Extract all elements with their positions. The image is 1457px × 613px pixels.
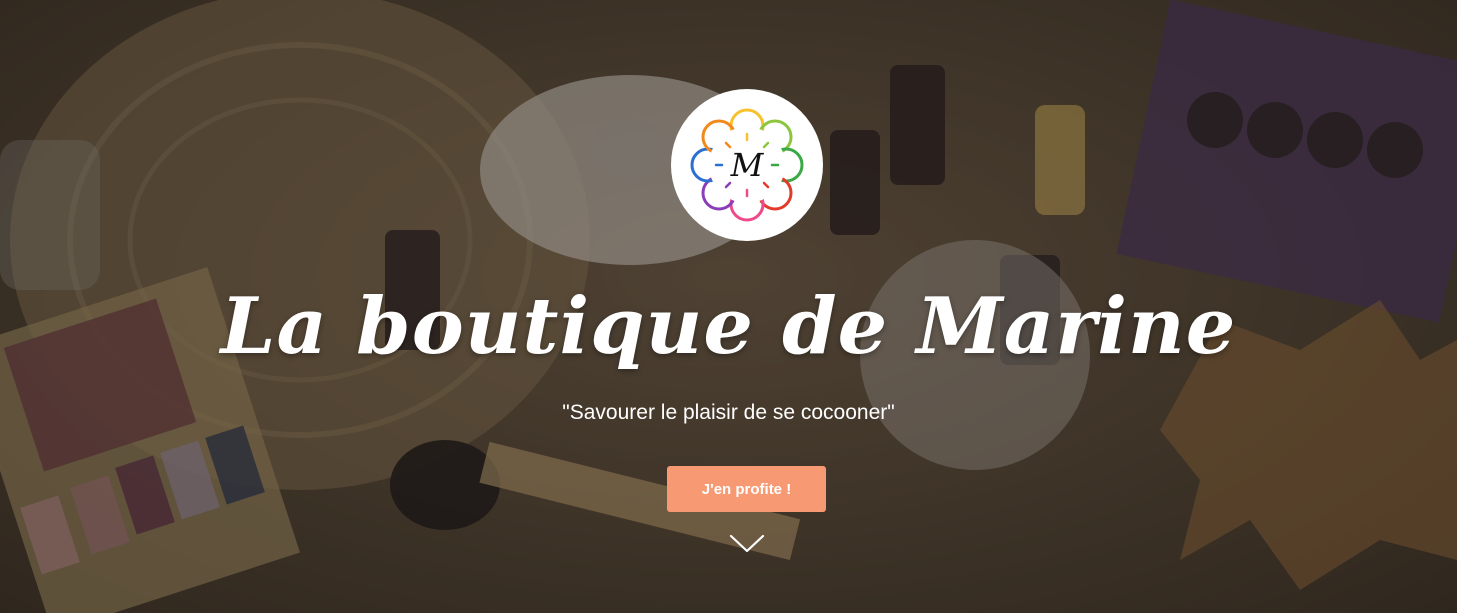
cta-button[interactable]: J'en profite ! <box>667 466 826 512</box>
logo-letter: M <box>730 146 765 184</box>
flower-logo-icon: M <box>690 108 804 222</box>
brand-logo[interactable]: M <box>671 89 823 241</box>
tagline: "Savourer le plaisir de se cocooner" <box>562 401 895 424</box>
hero-section: M La boutique de Marine "Savourer le pla… <box>0 0 1457 613</box>
chevron-down-icon[interactable] <box>728 532 766 556</box>
page-title: La boutique de Marine <box>220 281 1237 372</box>
